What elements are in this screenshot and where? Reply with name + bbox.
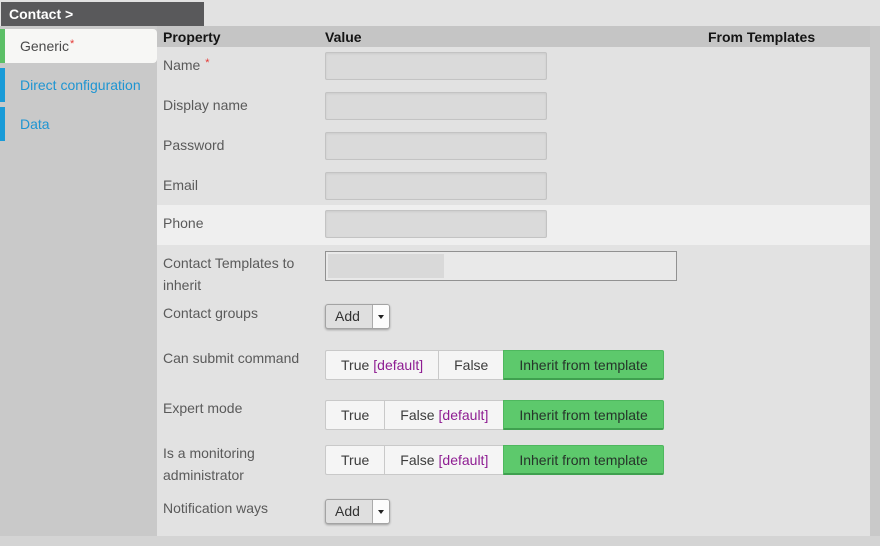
property-value-cell [325, 205, 870, 245]
sidebar: Generic* Direct configuration Data [0, 26, 157, 536]
dropdown-arrow-icon [372, 305, 389, 328]
bottom-strip [0, 536, 880, 546]
table-header: Property Value From Templates [157, 26, 870, 47]
property-value-cell [325, 127, 870, 167]
option-true[interactable]: True [325, 445, 384, 475]
can-submit-command-button-group: True[default]FalseInherit from template [325, 350, 664, 380]
dropdown-arrow-icon [372, 500, 389, 523]
breadcrumb: Contact > [1, 2, 204, 26]
property-label: Email [157, 167, 325, 205]
property-value-cell: Add [325, 490, 870, 536]
page-title: Contact > [9, 6, 73, 22]
table-row-phone: Phone [157, 205, 870, 245]
property-value-cell: TrueFalse[default]Inherit from template [325, 435, 870, 490]
option-inherit-from-template[interactable]: Inherit from template [503, 400, 663, 430]
property-value-cell: Add [325, 295, 870, 340]
property-label: Can submit command [157, 340, 325, 390]
right-strip [870, 26, 880, 536]
tab-indicator [0, 107, 5, 141]
property-value-cell [325, 87, 870, 127]
tab-generic-label: Generic [20, 38, 69, 54]
tab-direct-configuration[interactable]: Direct configuration [0, 68, 157, 102]
chevron-down-icon [378, 510, 384, 514]
contact-templates-to-inherit-multiselect[interactable] [325, 251, 677, 281]
contact-groups-add-dropdown[interactable]: Add [325, 304, 390, 329]
required-asterisk: * [205, 57, 209, 69]
table-row-contact-templates-to-inherit: Contact Templates to inherit [157, 245, 870, 295]
default-marker: [default] [439, 407, 489, 423]
tab-direct-configuration-label: Direct configuration [0, 77, 141, 93]
tab-data-label: Data [0, 116, 50, 132]
option-true[interactable]: True[default] [325, 350, 438, 380]
table-row-name: Name * [157, 47, 870, 87]
active-tab-indicator [0, 29, 5, 63]
property-label: Expert mode [157, 390, 325, 435]
property-label: Phone [157, 205, 325, 245]
property-label: Contact Templates to inherit [157, 245, 325, 296]
option-false[interactable]: False [438, 350, 503, 380]
table-row-password: Password [157, 127, 870, 167]
default-marker: [default] [373, 357, 423, 373]
notification-ways-add-dropdown[interactable]: Add [325, 499, 390, 524]
column-header-from-templates: From Templates [708, 29, 870, 45]
property-value-cell [325, 47, 870, 87]
property-label: Password [157, 127, 325, 167]
column-header-property: Property [157, 29, 325, 45]
tab-generic[interactable]: Generic* [0, 29, 157, 63]
option-false[interactable]: False[default] [384, 445, 503, 475]
property-label: Display name [157, 87, 325, 127]
table-row-display-name: Display name [157, 87, 870, 127]
option-true[interactable]: True [325, 400, 384, 430]
email-input[interactable] [325, 172, 547, 200]
is-a-monitoring-administrator-button-group: TrueFalse[default]Inherit from template [325, 445, 664, 475]
table-row-contact-groups: Contact groups Add [157, 295, 870, 340]
property-label: Is a monitoring administrator [157, 435, 325, 490]
property-table-rows: Name * Display name Password Email Phone… [157, 47, 870, 536]
contact-edit-page: Contact > Generic* Direct configuration … [0, 0, 880, 546]
option-false[interactable]: False[default] [384, 400, 503, 430]
name-input[interactable] [325, 52, 547, 80]
column-header-value: Value [325, 29, 708, 45]
tab-indicator [0, 68, 5, 102]
table-row-notification-ways: Notification ways Add [157, 490, 870, 536]
required-asterisk: * [70, 38, 74, 50]
property-table: Property Value From Templates Name * Dis… [157, 26, 870, 536]
chevron-down-icon [378, 315, 384, 319]
phone-input[interactable] [325, 210, 547, 238]
property-value-cell [325, 167, 870, 205]
option-inherit-from-template[interactable]: Inherit from template [503, 350, 663, 380]
password-input[interactable] [325, 132, 547, 160]
option-inherit-from-template[interactable]: Inherit from template [503, 445, 663, 475]
table-row-expert-mode: Expert mode TrueFalse[default]Inherit fr… [157, 390, 870, 435]
property-value-cell [325, 245, 870, 296]
dropdown-selected-value: Add [326, 305, 372, 328]
property-value-cell: TrueFalse[default]Inherit from template [325, 390, 870, 435]
expert-mode-button-group: TrueFalse[default]Inherit from template [325, 400, 664, 430]
dropdown-selected-value: Add [326, 500, 372, 523]
property-value-cell: True[default]FalseInherit from template [325, 340, 870, 390]
property-label: Contact groups [157, 295, 325, 340]
property-label: Name * [157, 47, 325, 87]
property-label: Notification ways [157, 490, 325, 536]
tab-data[interactable]: Data [0, 107, 157, 141]
display-name-input[interactable] [325, 92, 547, 120]
multiselect-input[interactable] [328, 254, 444, 278]
table-row-can-submit-command: Can submit command True[default]FalseInh… [157, 340, 870, 390]
table-row-is-a-monitoring-administrator: Is a monitoring administrator TrueFalse[… [157, 435, 870, 490]
table-row-email: Email [157, 167, 870, 205]
default-marker: [default] [439, 452, 489, 468]
